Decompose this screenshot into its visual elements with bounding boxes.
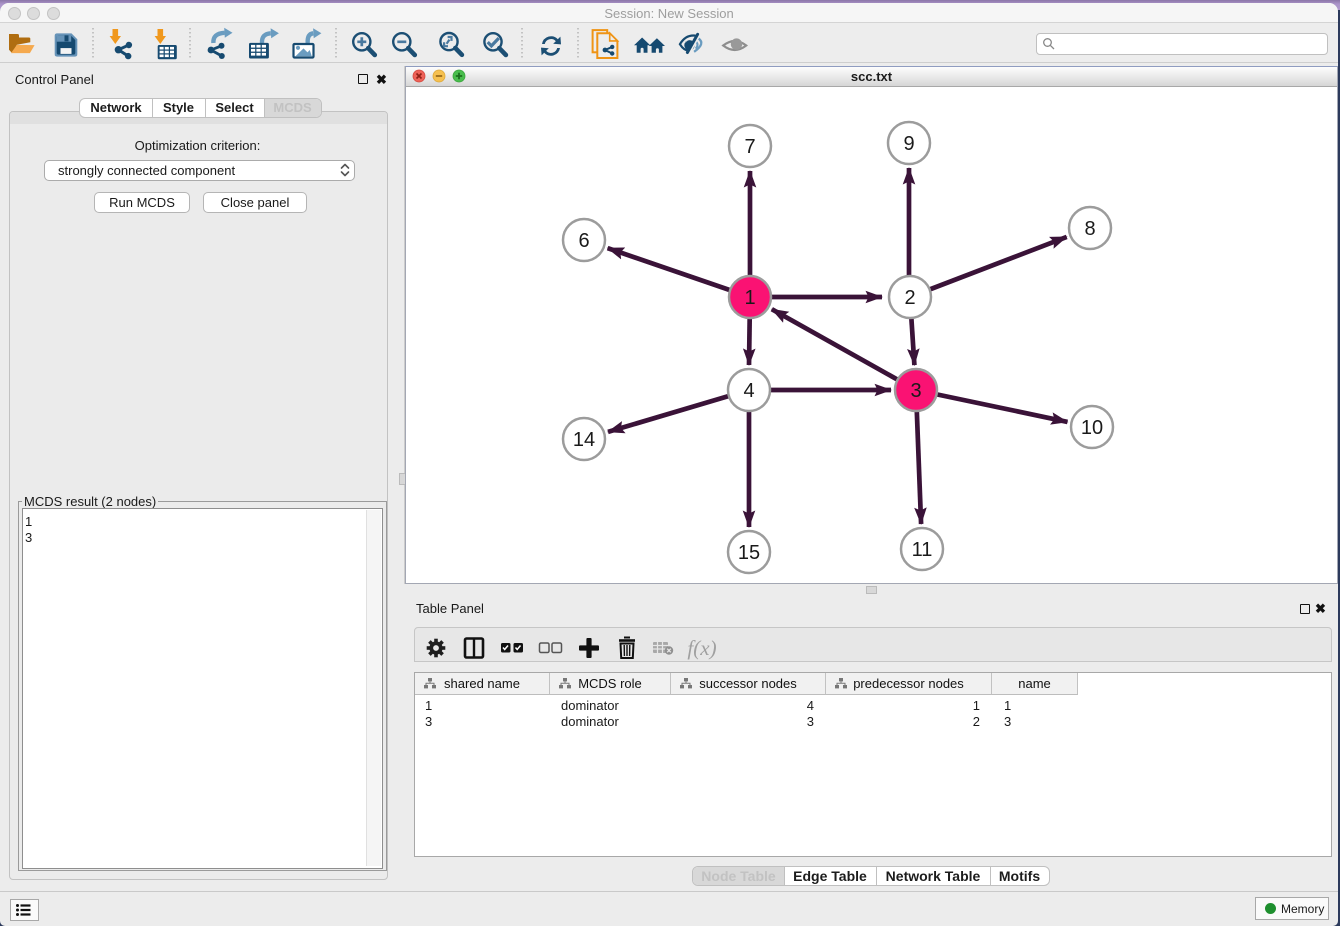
svg-text:f(x): f(x): [687, 636, 716, 660]
svg-text:4: 4: [743, 380, 754, 402]
svg-text:15: 15: [738, 542, 760, 564]
svg-text:3: 3: [910, 380, 921, 402]
svg-text:14: 14: [573, 429, 595, 451]
svg-text:11: 11: [912, 539, 933, 561]
svg-text:8: 8: [1084, 218, 1095, 240]
svg-text:10: 10: [1081, 417, 1103, 439]
svg-text:6: 6: [578, 230, 589, 252]
svg-text:1: 1: [744, 287, 755, 309]
svg-text:9: 9: [903, 133, 914, 155]
svg-text:2: 2: [904, 287, 915, 309]
svg-text:7: 7: [744, 136, 755, 158]
